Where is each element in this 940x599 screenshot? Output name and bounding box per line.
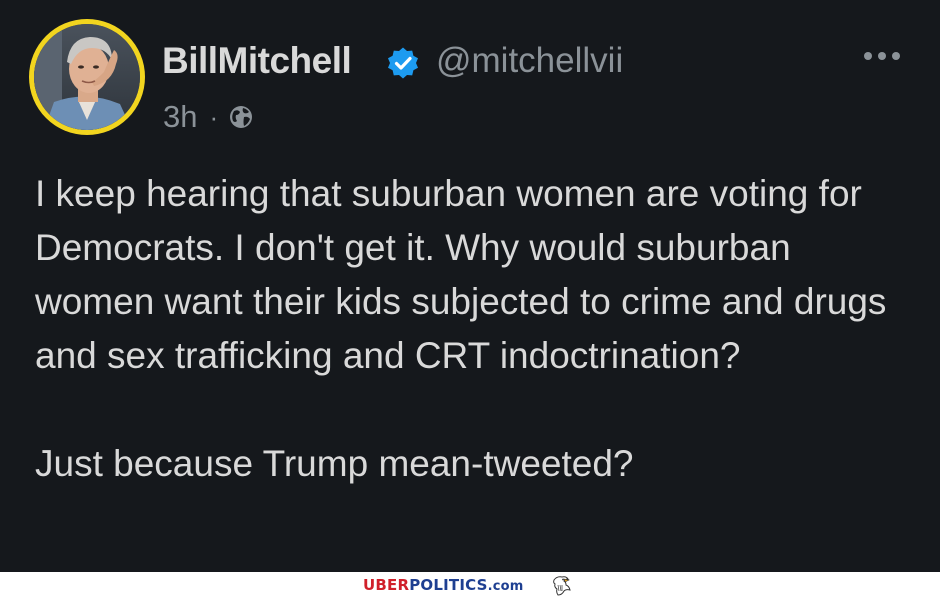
user-handle[interactable]: @mitchellvii bbox=[436, 41, 623, 81]
timestamp[interactable]: 3h bbox=[163, 99, 197, 135]
tweet-paragraph: Just because Trump mean-tweeted? bbox=[35, 443, 634, 484]
brand-logo[interactable]: UBERPOLITICS.com bbox=[363, 576, 524, 594]
tweet-meta: 3h · bbox=[163, 99, 254, 135]
more-options-icon[interactable] bbox=[864, 52, 900, 60]
tweet-card: BillMitchell @mitchellvii 3h · I keep he… bbox=[0, 0, 940, 572]
tweet-text: I keep hearing that suburban women are v… bbox=[35, 167, 915, 491]
avatar-photo bbox=[34, 24, 140, 130]
brand-part-com: .com bbox=[487, 579, 524, 594]
avatar[interactable] bbox=[29, 19, 145, 135]
tweet-paragraph: I keep hearing that suburban women are v… bbox=[35, 173, 887, 376]
brand-part-politics: POLITICS bbox=[409, 576, 488, 594]
meta-separator: · bbox=[209, 101, 219, 132]
display-name[interactable]: BillMitchell bbox=[162, 40, 352, 82]
verified-badge-icon bbox=[388, 47, 418, 79]
brand-part-uber: UBER bbox=[363, 576, 410, 594]
avatar-portrait-icon bbox=[34, 24, 140, 130]
watermark-bar: UBERPOLITICS.com bbox=[0, 572, 940, 599]
globe-icon bbox=[230, 106, 253, 128]
eagle-icon bbox=[553, 576, 571, 596]
